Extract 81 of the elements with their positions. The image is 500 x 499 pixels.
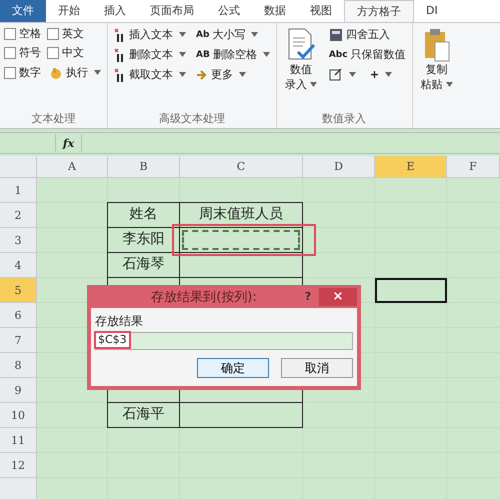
group-label: 文本处理 [30, 111, 76, 127]
text-tool-button[interactable]: AB 删除空格 [194, 46, 272, 63]
edit-dropdown[interactable] [326, 66, 358, 82]
row-header[interactable]: 1 [0, 178, 37, 203]
caret-icon [446, 82, 453, 87]
text-bars-icon [114, 68, 126, 82]
edit-icon [328, 67, 343, 81]
row-header[interactable]: 6 [0, 303, 37, 328]
caret-icon [262, 52, 270, 57]
function-button[interactable]: fx [56, 136, 81, 150]
row-header[interactable]: 12 [0, 453, 37, 478]
ribbon-tab[interactable]: 数据 [252, 0, 298, 22]
column-header[interactable]: D [303, 156, 375, 178]
text-bars-icon [114, 48, 126, 62]
ribbon-tab[interactable]: 文件 [0, 0, 46, 22]
round-button[interactable]: 四舍五入 [326, 26, 408, 43]
caret-icon [179, 72, 186, 77]
ribbon-tab[interactable]: DI [414, 0, 450, 22]
caret-icon [348, 72, 356, 76]
caret-icon [251, 32, 258, 37]
help-button[interactable]: ? [297, 289, 319, 304]
row-header[interactable]: 9 [0, 378, 37, 403]
document-check-icon [286, 28, 316, 62]
row-header[interactable]: 11 [0, 428, 37, 453]
table-cell[interactable]: 石海平 [107, 402, 180, 428]
hand-icon [49, 66, 63, 80]
row-header[interactable]: 2 [0, 203, 37, 228]
caret-icon [385, 72, 392, 76]
ribbon-tab[interactable]: 公式 [206, 0, 252, 22]
text-tool-button[interactable]: 删除文本 [112, 46, 188, 63]
table-cell[interactable] [375, 278, 447, 303]
clipboard-icon [422, 28, 451, 62]
checkbox[interactable]: 符号 [4, 45, 41, 60]
checkbox[interactable]: 中文 [47, 45, 103, 60]
ribbon-tab[interactable]: 视图 [298, 0, 344, 22]
row-header[interactable]: 3 [0, 228, 37, 253]
caret-icon [239, 72, 246, 77]
group-label: 数值录入 [321, 111, 368, 127]
row-header[interactable]: 10 [0, 403, 37, 428]
caret-icon [94, 70, 101, 75]
number-entry-button[interactable]: 数值 录入 [280, 26, 321, 110]
table-cell[interactable] [179, 402, 303, 428]
text-bars-icon [114, 28, 126, 42]
caret-icon [310, 82, 317, 87]
caret-icon [179, 52, 186, 57]
calculator-icon [328, 28, 343, 42]
text-tool-button[interactable]: 更多 [194, 66, 272, 83]
dialog-button[interactable]: 取消 [281, 358, 353, 378]
dialog-button[interactable]: 确定 [197, 358, 269, 378]
table-cell[interactable]: 周末值班人员 [179, 202, 303, 228]
caret-icon [179, 32, 186, 37]
column-header[interactable]: E [375, 156, 447, 178]
text-tool-button[interactable]: 截取文本 [112, 66, 188, 83]
ribbon-tab[interactable]: 方方格子 [344, 0, 414, 22]
ribbon-tab[interactable]: 开始 [46, 0, 92, 22]
column-header[interactable]: C [180, 156, 303, 178]
copy-paste-button[interactable]: 复制 粘贴 [416, 26, 457, 94]
table-cell[interactable]: 姓名 [107, 202, 180, 228]
close-button[interactable]: × [319, 288, 357, 306]
field-label: 存放结果 [95, 313, 144, 330]
ribbon-tab[interactable]: 页面布局 [138, 0, 206, 22]
checkbox[interactable]: 空格 [4, 26, 41, 41]
row-header[interactable]: 4 [0, 253, 37, 278]
group-label: 高级文本处理 [158, 111, 226, 127]
input-field[interactable]: $C$3 [95, 332, 353, 350]
text-tool-button[interactable]: Ab 大小写 [194, 26, 272, 43]
column-header[interactable]: B [108, 156, 180, 178]
column-header[interactable]: A [37, 156, 108, 178]
keep-numbers-button[interactable]: Abc 只保留数值 [326, 46, 408, 63]
text-tool-button[interactable]: 插入文本 [112, 26, 188, 43]
row-header[interactable]: 7 [0, 328, 37, 353]
dialog-title: 存放结果到(按列): [150, 288, 258, 306]
arrow-icon [196, 68, 208, 80]
ribbon-tab[interactable]: 插入 [92, 0, 138, 22]
row-header[interactable]: 5 [0, 278, 37, 303]
plus-dropdown[interactable]: + [368, 66, 394, 82]
checkbox[interactable]: 英文 [47, 26, 103, 41]
checkbox[interactable]: 数字 [4, 64, 41, 81]
run-button[interactable]: 执行 [47, 64, 103, 81]
row-header[interactable]: 8 [0, 353, 37, 378]
column-header[interactable]: F [447, 156, 500, 178]
